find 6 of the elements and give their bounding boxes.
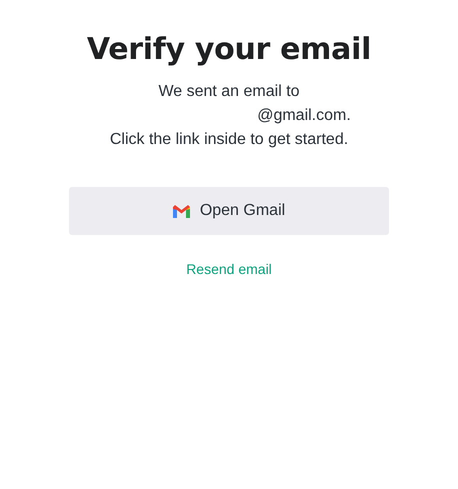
envelope-m-icon xyxy=(172,204,190,218)
page-title: Verify your email xyxy=(86,31,372,69)
message-text: We sent an email to xyxy=(158,82,300,102)
message-text: Click the link inside to get started. xyxy=(110,130,348,150)
open-gmail-button[interactable]: Open Gmail xyxy=(69,187,389,235)
message-text: @gmail.com. xyxy=(257,106,351,126)
